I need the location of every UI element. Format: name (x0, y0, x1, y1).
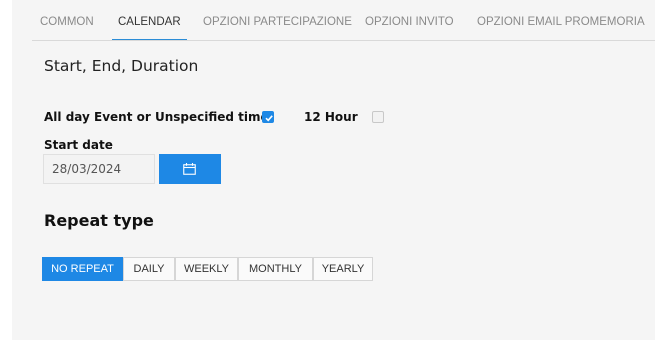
tab-opzioni-email-promemoria[interactable]: OPZIONI EMAIL PROMEMORIA (477, 16, 645, 40)
repeat-option-daily[interactable]: DAILY (123, 257, 175, 281)
repeat-option-monthly[interactable]: MONTHLY (238, 257, 313, 281)
checkmark-icon (265, 115, 273, 122)
start-date-label: Start date (44, 138, 113, 152)
tab-calendar[interactable]: CALENDAR (112, 16, 187, 40)
all-day-checkbox[interactable] (262, 111, 274, 123)
calendar-icon (183, 163, 196, 175)
tab-opzioni-partecipazione[interactable]: OPZIONI PARTECIPAZIONE (203, 16, 352, 40)
tab-opzioni-invito[interactable]: OPZIONI INVITO (365, 16, 454, 40)
calendar-settings-panel: COMMON CALENDAR OPZIONI PARTECIPAZIONE O… (12, 0, 655, 340)
repeat-type-title: Repeat type (44, 211, 154, 230)
tab-common[interactable]: COMMON (40, 16, 94, 40)
twelve-hour-checkbox[interactable] (372, 111, 384, 123)
calendar-picker-button[interactable] (159, 154, 221, 184)
twelve-hour-label: 12 Hour (304, 110, 358, 124)
start-date-input[interactable]: 28/03/2024 (43, 154, 155, 184)
repeat-option-weekly[interactable]: WEEKLY (175, 257, 238, 281)
section-title: Start, End, Duration (44, 57, 199, 75)
repeat-option-yearly[interactable]: YEARLY (313, 257, 373, 281)
repeat-option-no-repeat[interactable]: NO REPEAT (42, 257, 123, 281)
tab-bar: COMMON CALENDAR OPZIONI PARTECIPAZIONE O… (32, 0, 655, 41)
all-day-label: All day Event or Unspecified time (44, 110, 269, 124)
